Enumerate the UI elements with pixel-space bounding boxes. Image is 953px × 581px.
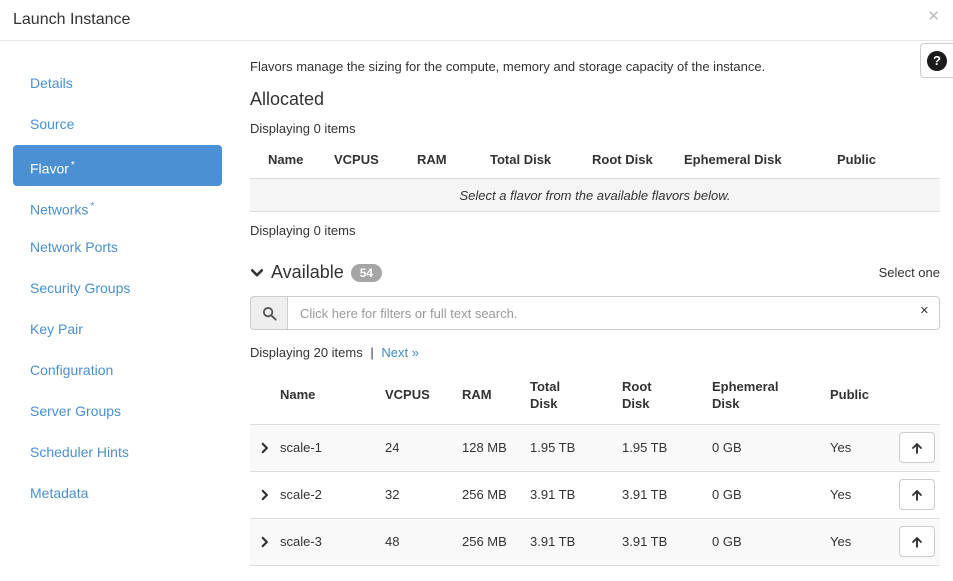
cell-public: Yes xyxy=(830,518,894,565)
cell-name: scale-2 xyxy=(280,471,385,518)
available-header-row: Name VCPUS RAM Total Disk Root Disk Ephe… xyxy=(250,368,940,424)
allocate-flavor-button[interactable] xyxy=(899,526,935,557)
flavor-step-content: Flavors manage the sizing for the comput… xyxy=(250,41,953,581)
sidebar-item-metadata[interactable]: Metadata xyxy=(13,473,222,514)
cell-total-disk: 3.91 TB xyxy=(530,518,622,565)
cell-public: Yes xyxy=(830,424,894,471)
allocated-empty-row: Select a flavor from the available flavo… xyxy=(250,179,940,212)
cell-vcpus: 32 xyxy=(385,471,462,518)
table-row-scale-2: scale-2 32 256 MB 3.91 TB 3.91 TB 0 GB Y… xyxy=(250,471,940,518)
sidebar-item-configuration[interactable]: Configuration xyxy=(13,350,222,391)
select-one-hint: Select one xyxy=(879,265,940,280)
available-table: Name VCPUS RAM Total Disk Root Disk Ephe… xyxy=(250,368,940,566)
cell-total-disk: 1.95 TB xyxy=(530,424,622,471)
paging-separator: | xyxy=(370,345,373,360)
sidebar-item-server-groups[interactable]: Server Groups xyxy=(13,391,222,432)
col-name: Name xyxy=(280,368,385,424)
col-ephemeral-disk: Ephemeral Disk xyxy=(684,142,837,179)
close-icon[interactable]: ✕ xyxy=(927,9,940,24)
required-asterisk: * xyxy=(90,201,94,212)
allocate-flavor-button[interactable] xyxy=(899,479,935,510)
search-icon xyxy=(262,306,277,321)
required-asterisk: * xyxy=(71,160,75,171)
cell-ram: 256 MB xyxy=(462,518,530,565)
cell-name: scale-1 xyxy=(280,424,385,471)
cell-root-disk: 1.95 TB xyxy=(622,424,712,471)
search-input[interactable] xyxy=(287,296,940,330)
help-button[interactable]: ? xyxy=(920,43,953,78)
cell-public: Yes xyxy=(830,471,894,518)
allocated-footer-count: Displaying 0 items xyxy=(250,223,940,238)
modal-title: Launch Instance xyxy=(13,11,130,28)
wizard-sidebar: Details Source Flavor* Networks* Network… xyxy=(0,41,250,581)
cell-total-disk: 3.91 TB xyxy=(530,471,622,518)
available-collapse-toggle[interactable]: Available 54 xyxy=(250,262,382,283)
cell-vcpus: 48 xyxy=(385,518,462,565)
allocated-table: Name VCPUS RAM Total Disk Root Disk Ephe… xyxy=(250,142,940,212)
col-root-disk: Root Disk xyxy=(592,142,684,179)
cell-root-disk: 3.91 TB xyxy=(622,518,712,565)
col-ram: RAM xyxy=(462,368,530,424)
launch-instance-modal: Launch Instance ✕ ? Details Source Flavo… xyxy=(0,0,953,581)
modal-body: Details Source Flavor* Networks* Network… xyxy=(0,41,953,581)
col-vcpus: VCPUS xyxy=(385,368,462,424)
chevron-down-icon xyxy=(250,266,264,280)
sidebar-item-network-ports[interactable]: Network Ports xyxy=(13,227,222,268)
available-paging: Displaying 20 items | Next » xyxy=(250,345,940,360)
col-ephemeral-disk: Ephemeral Disk xyxy=(712,368,830,424)
col-total-disk: Total Disk xyxy=(530,368,622,424)
cell-ephemeral-disk: 0 GB xyxy=(712,424,830,471)
question-circle-icon: ? xyxy=(927,51,947,71)
up-arrow-icon xyxy=(910,535,924,549)
chevron-right-icon xyxy=(259,489,271,501)
available-count-badge: 54 xyxy=(351,264,382,282)
cell-ephemeral-disk: 0 GB xyxy=(712,471,830,518)
col-name: Name xyxy=(250,142,334,179)
available-heading: Available xyxy=(271,262,344,283)
step-description: Flavors manage the sizing for the comput… xyxy=(250,59,940,74)
filter-search-bar: ✕ xyxy=(250,296,940,330)
clear-search-icon[interactable]: ✕ xyxy=(920,306,929,317)
cell-vcpus: 24 xyxy=(385,424,462,471)
sidebar-item-details[interactable]: Details xyxy=(13,63,222,104)
sidebar-item-scheduler-hints[interactable]: Scheduler Hints xyxy=(13,432,222,473)
allocated-header-row: Name VCPUS RAM Total Disk Root Disk Ephe… xyxy=(250,142,940,179)
row-expander[interactable] xyxy=(250,424,280,471)
cell-ram: 128 MB xyxy=(462,424,530,471)
table-row-scale-1: scale-1 24 128 MB 1.95 TB 1.95 TB 0 GB Y… xyxy=(250,424,940,471)
row-expander[interactable] xyxy=(250,471,280,518)
col-ram: RAM xyxy=(417,142,490,179)
available-section-header: Available 54 Select one xyxy=(250,262,940,283)
sidebar-item-flavor[interactable]: Flavor* xyxy=(13,145,222,186)
cell-ram: 256 MB xyxy=(462,471,530,518)
table-row-scale-3: scale-3 48 256 MB 3.91 TB 3.91 TB 0 GB Y… xyxy=(250,518,940,565)
chevron-right-icon xyxy=(259,536,271,548)
col-root-disk: Root Disk xyxy=(622,368,712,424)
modal-header: Launch Instance ✕ xyxy=(0,0,953,41)
up-arrow-icon xyxy=(910,441,924,455)
allocated-empty-message: Select a flavor from the available flavo… xyxy=(250,179,940,212)
up-arrow-icon xyxy=(910,488,924,502)
col-expander xyxy=(250,368,280,424)
search-addon[interactable] xyxy=(250,296,287,330)
col-vcpus: VCPUS xyxy=(334,142,417,179)
allocate-flavor-button[interactable] xyxy=(899,432,935,463)
sidebar-item-source[interactable]: Source xyxy=(13,104,222,145)
chevron-right-icon xyxy=(259,442,271,454)
col-total-disk: Total Disk xyxy=(490,142,592,179)
sidebar-item-security-groups[interactable]: Security Groups xyxy=(13,268,222,309)
sidebar-item-networks[interactable]: Networks* xyxy=(13,186,222,227)
available-count: Displaying 20 items xyxy=(250,345,363,360)
sidebar-item-key-pair[interactable]: Key Pair xyxy=(13,309,222,350)
allocated-count: Displaying 0 items xyxy=(250,121,940,136)
col-public: Public xyxy=(830,368,894,424)
next-page-link[interactable]: Next » xyxy=(381,345,419,360)
col-public: Public xyxy=(837,142,940,179)
row-expander[interactable] xyxy=(250,518,280,565)
cell-name: scale-3 xyxy=(280,518,385,565)
col-action xyxy=(894,368,940,424)
cell-root-disk: 3.91 TB xyxy=(622,471,712,518)
cell-ephemeral-disk: 0 GB xyxy=(712,518,830,565)
allocated-heading: Allocated xyxy=(250,89,940,110)
